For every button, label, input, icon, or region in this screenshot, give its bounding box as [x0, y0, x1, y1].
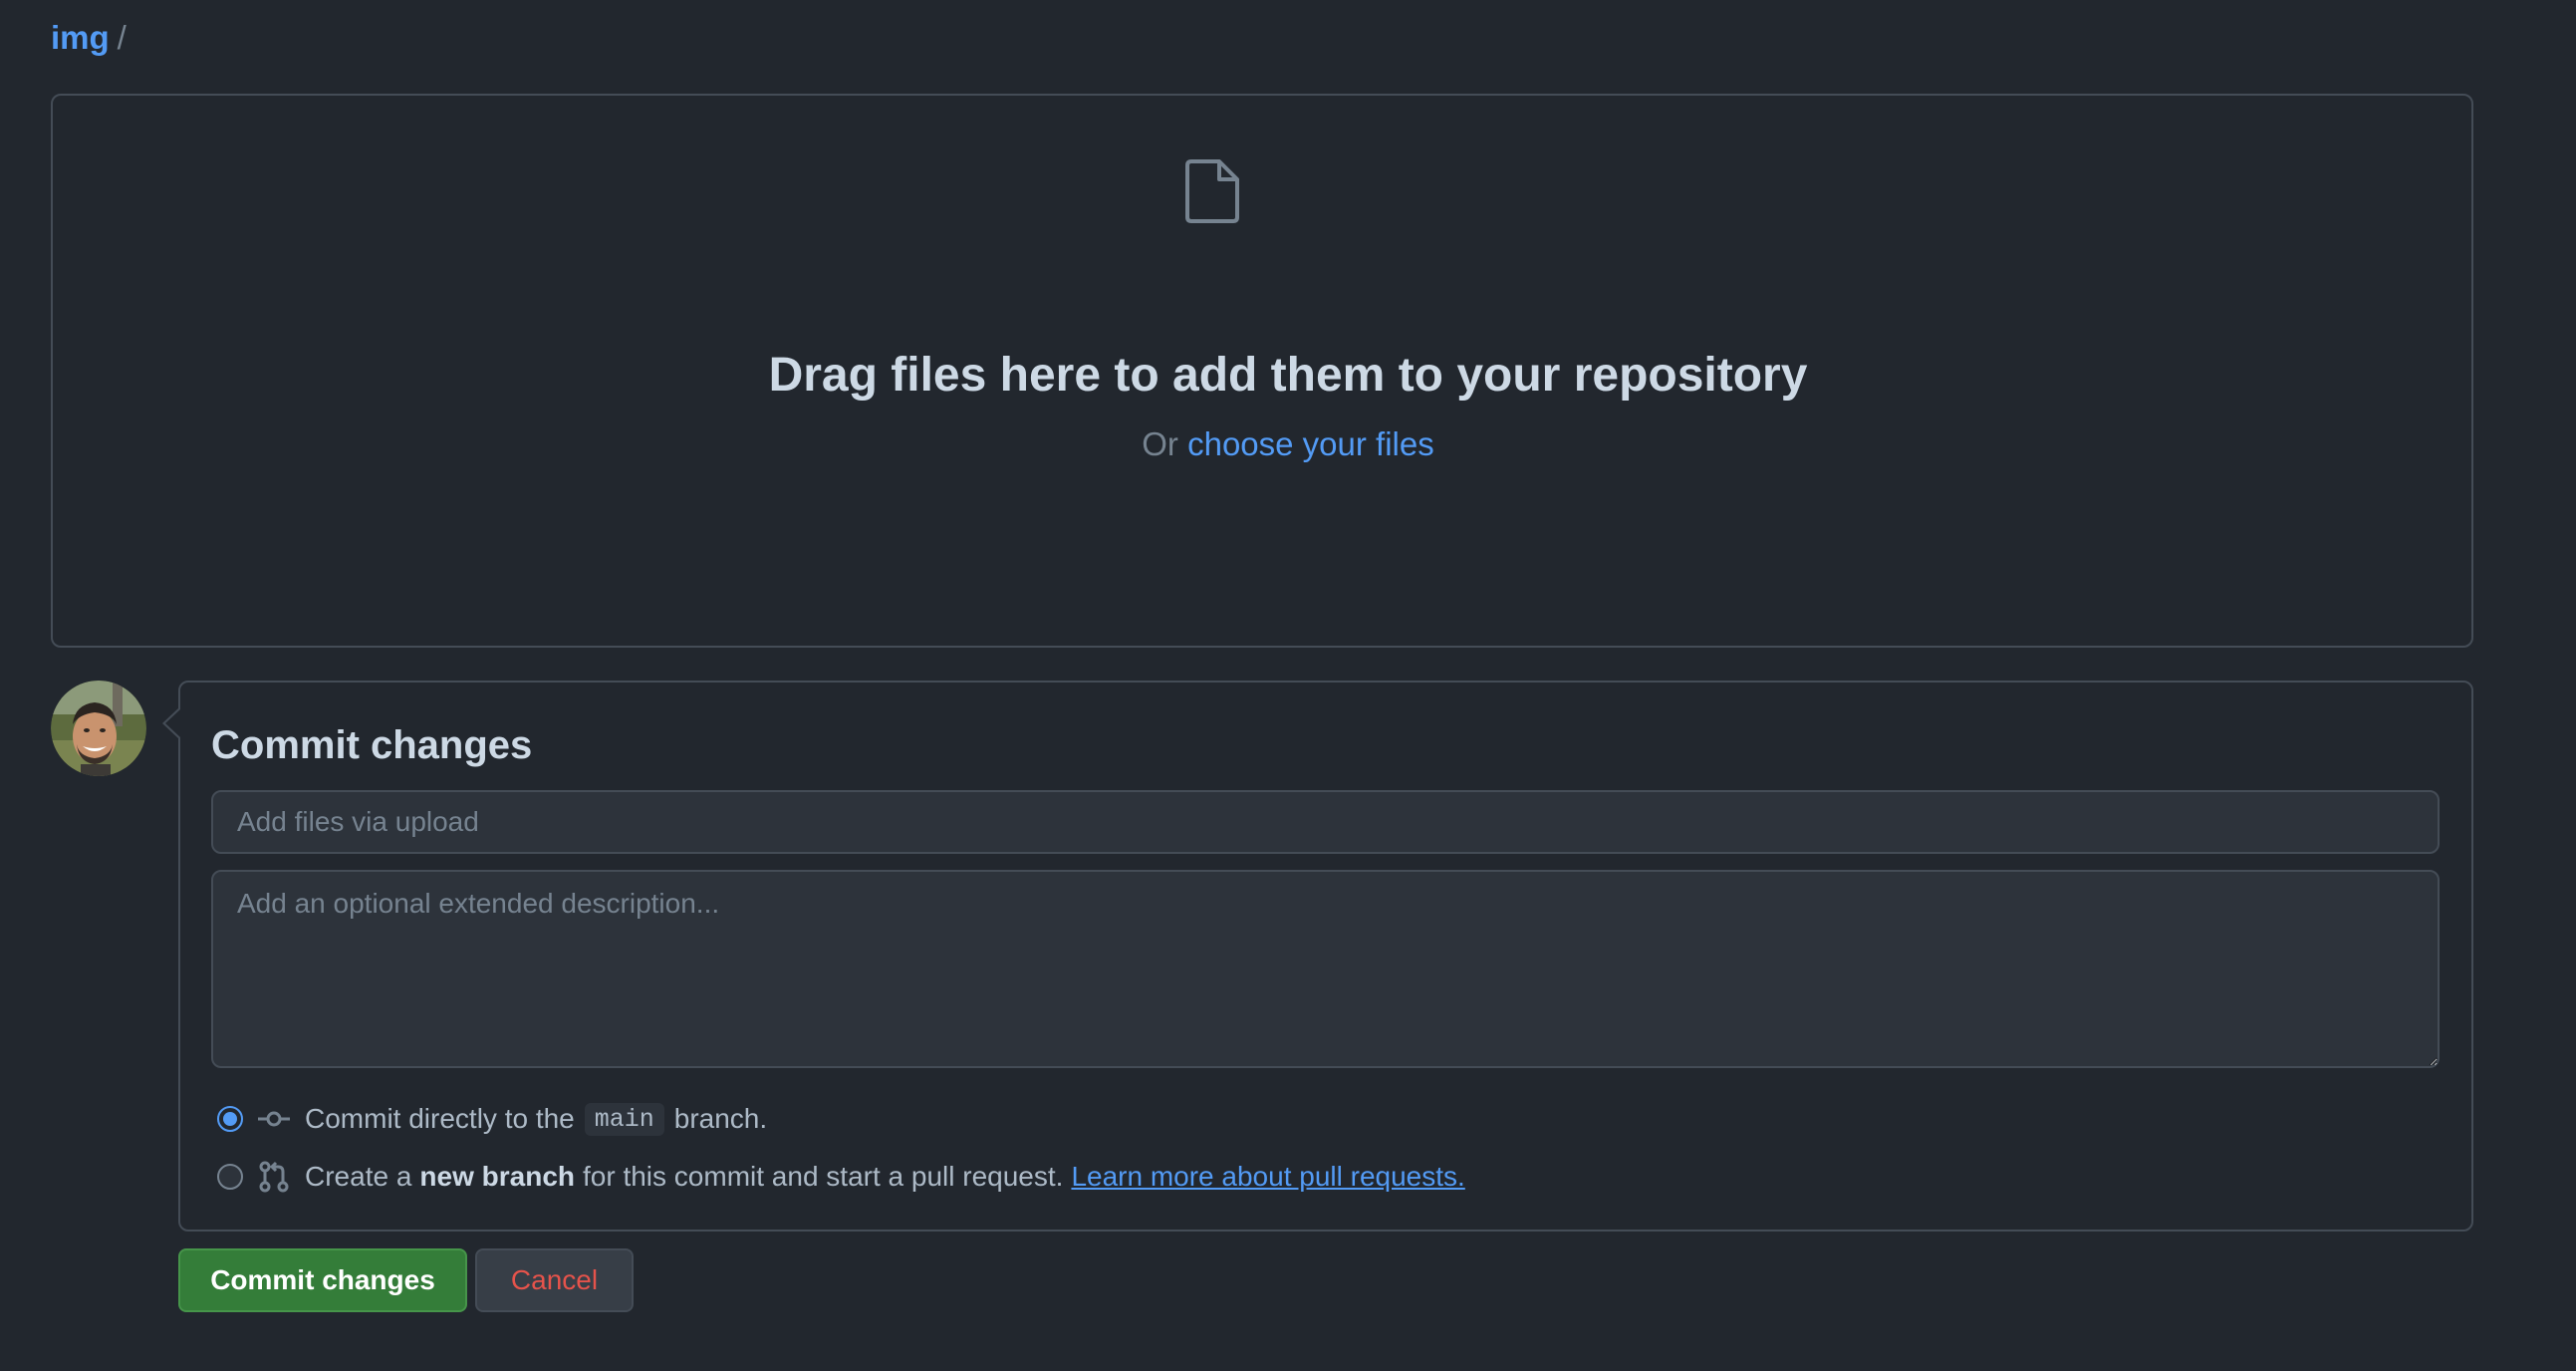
learn-more-pull-requests-link[interactable]: Learn more about pull requests.	[1071, 1161, 1464, 1193]
breadcrumb-separator: /	[117, 19, 127, 56]
create-branch-prefix: Create a	[305, 1161, 412, 1192]
branch-name: main	[584, 1102, 664, 1136]
drop-zone-title: Drag files here to add them to your repo…	[768, 349, 1808, 402]
create-branch-bold: new branch	[419, 1161, 575, 1192]
user-avatar	[51, 681, 146, 776]
commit-summary-input[interactable]	[211, 790, 2440, 854]
commit-direct-option[interactable]: Commit directly to the main branch.	[217, 1099, 767, 1139]
git-pull-request-icon	[259, 1161, 289, 1193]
drop-zone-subtitle: Or choose your files	[0, 422, 2576, 466]
breadcrumb: img /	[51, 16, 127, 60]
git-commit-icon	[258, 1111, 290, 1127]
commit-form-caret-inner	[165, 709, 180, 737]
create-branch-suffix: for this commit and start a pull request…	[583, 1161, 1064, 1192]
create-branch-option[interactable]: Create a new branch for this commit and …	[217, 1157, 1465, 1197]
file-icon	[1185, 159, 1239, 223]
commit-direct-prefix: Commit directly to the	[305, 1103, 575, 1134]
breadcrumb-repo-link[interactable]: img	[51, 19, 110, 56]
create-branch-radio[interactable]	[217, 1164, 243, 1190]
commit-changes-button[interactable]: Commit changes	[178, 1248, 467, 1312]
commit-direct-radio[interactable]	[217, 1106, 243, 1132]
choose-files-link[interactable]: choose your files	[1187, 425, 1434, 462]
commit-form-title: Commit changes	[211, 723, 533, 767]
or-label: Or	[1142, 425, 1178, 462]
commit-description-input[interactable]	[211, 870, 2440, 1068]
commit-direct-suffix: branch.	[673, 1103, 768, 1134]
cancel-button[interactable]: Cancel	[475, 1248, 634, 1312]
